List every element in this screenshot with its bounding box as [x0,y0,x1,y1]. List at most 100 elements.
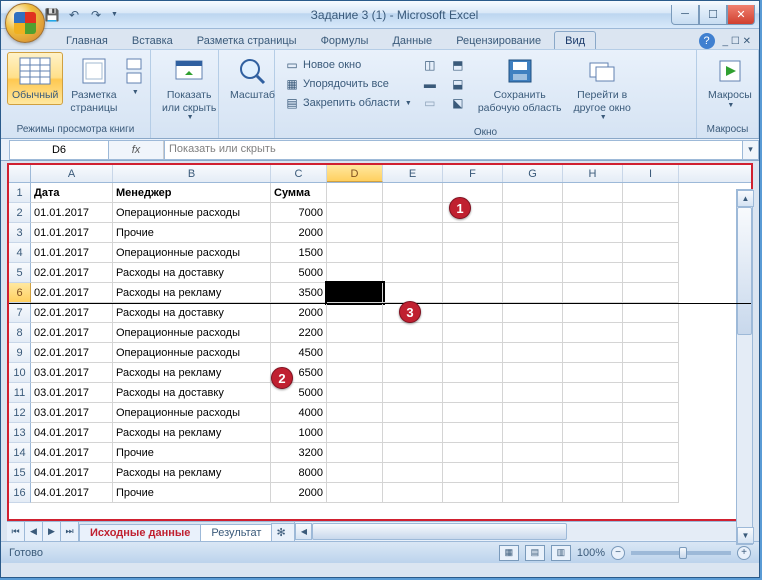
cell[interactable] [383,323,443,343]
cell[interactable] [503,383,563,403]
cell[interactable] [383,443,443,463]
cell[interactable] [327,443,383,463]
cell[interactable] [443,483,503,503]
cell[interactable] [327,423,383,443]
cell[interactable] [327,203,383,223]
select-all-corner[interactable] [9,165,31,182]
switch-windows-button[interactable]: Перейти в другое окно▼ [569,52,636,126]
cell[interactable]: 1500 [271,243,327,263]
cell[interactable] [623,463,679,483]
column-header[interactable]: F [443,165,503,182]
cell[interactable]: 2000 [271,223,327,243]
cell[interactable]: Расходы на доставку [113,303,271,323]
row-header[interactable]: 1 [9,183,31,203]
cell[interactable] [563,403,623,423]
cell[interactable] [327,243,383,263]
view-page-icon[interactable]: ▤ [525,545,545,561]
cell[interactable]: Прочие [113,483,271,503]
cell[interactable]: Расходы на рекламу [113,423,271,443]
cell[interactable]: 04.01.2017 [31,443,113,463]
cell[interactable] [443,223,503,243]
ribbon-tab[interactable]: Рецензирование [445,31,552,49]
ribbon-tab[interactable]: Данные [381,31,443,49]
view-page-layout-button[interactable]: Разметка страницы [65,52,122,117]
cell[interactable]: 04.01.2017 [31,423,113,443]
cell[interactable]: 03.01.2017 [31,383,113,403]
cell[interactable] [623,243,679,263]
view-break-icon[interactable]: ▥ [551,545,571,561]
close-button[interactable]: ✕ [727,5,755,25]
cell[interactable] [503,343,563,363]
cell[interactable] [623,443,679,463]
sheet-tab-source[interactable]: Исходные данные [79,524,201,541]
cell[interactable] [503,263,563,283]
cell[interactable]: 01.01.2017 [31,203,113,223]
ribbon-tab[interactable]: Вид [554,31,596,49]
show-hide-button[interactable]: Показать или скрыть▼ [157,52,221,126]
ribbon-tab[interactable]: Главная [55,31,119,49]
cell[interactable] [623,383,679,403]
cell[interactable]: 4000 [271,403,327,423]
cell[interactable] [503,323,563,343]
scroll-left-button[interactable]: ◀ [295,523,312,540]
cell[interactable] [503,483,563,503]
cell[interactable] [563,263,623,283]
cell[interactable]: 8000 [271,463,327,483]
cell[interactable] [563,423,623,443]
header-cell[interactable]: Менеджер [113,183,271,203]
cell[interactable] [443,383,503,403]
new-window-button[interactable]: ▭Новое окно [281,56,415,74]
cell[interactable] [443,243,503,263]
cell[interactable] [383,483,443,503]
cell[interactable] [443,263,503,283]
scroll-up-button[interactable]: ▲ [737,190,754,207]
column-header[interactable]: B [113,165,271,182]
cell[interactable] [443,443,503,463]
cell[interactable] [383,463,443,483]
view-normal-icon[interactable]: ▦ [499,545,519,561]
column-header[interactable]: H [563,165,623,182]
reset-pos-button[interactable]: ⬕ [447,94,469,112]
cell[interactable]: Операционные расходы [113,203,271,223]
cell[interactable]: 5000 [271,263,327,283]
cell[interactable]: 7000 [271,203,327,223]
cell[interactable] [503,243,563,263]
cell[interactable] [503,443,563,463]
cell[interactable] [503,403,563,423]
formula-expand-button[interactable]: ▾ [743,140,759,160]
cell[interactable]: Прочие [113,443,271,463]
cell[interactable]: 02.01.2017 [31,303,113,323]
redo-icon[interactable]: ↷ [87,6,105,24]
row-header[interactable]: 9 [9,343,31,363]
cell[interactable] [383,343,443,363]
cell[interactable]: 2000 [271,303,327,323]
cell[interactable] [443,323,503,343]
ribbon-tab[interactable]: Формулы [310,31,380,49]
save-icon[interactable]: 💾 [43,6,61,24]
row-header[interactable]: 15 [9,463,31,483]
cell[interactable] [563,343,623,363]
help-icon[interactable]: ? [699,33,715,49]
sheet-nav-prev[interactable]: ◀ [25,522,43,541]
cell[interactable] [563,443,623,463]
cell[interactable]: 4500 [271,343,327,363]
cell[interactable] [563,363,623,383]
save-workspace-button[interactable]: Сохранить рабочую область [473,52,567,117]
cell[interactable] [443,303,503,323]
cell[interactable] [327,303,383,323]
sheet-nav-first[interactable]: ⏮ [7,522,25,541]
minimize-button[interactable]: ─ [671,5,699,25]
cell[interactable] [563,483,623,503]
row-header[interactable]: 10 [9,363,31,383]
cell[interactable]: Операционные расходы [113,243,271,263]
cell[interactable]: Операционные расходы [113,343,271,363]
cell[interactable]: Операционные расходы [113,323,271,343]
cell[interactable] [563,383,623,403]
cell[interactable] [503,303,563,323]
cell[interactable] [623,303,679,323]
cell[interactable] [383,223,443,243]
view-modes-more-button[interactable]: ▼ [124,52,144,100]
cell[interactable] [443,343,503,363]
header-cell[interactable]: Сумма [271,183,327,203]
column-header[interactable]: G [503,165,563,182]
